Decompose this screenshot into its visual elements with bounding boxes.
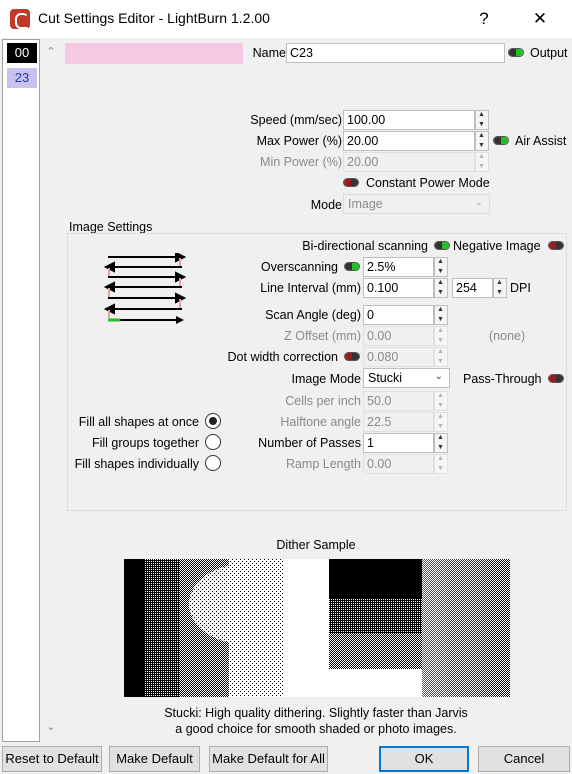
title-bar: Cut Settings Editor - LightBurn 1.2.00 ?… (0, 0, 572, 38)
pass-through-toggle[interactable] (548, 374, 564, 383)
cells-per-inch-stepper (434, 391, 448, 411)
bidirectional-toggle[interactable] (434, 241, 450, 250)
bidirectional-label: Bi-directional scanning (302, 239, 428, 253)
dpi-label: DPI (510, 281, 531, 295)
chevron-down-icon: ⌄ (434, 371, 443, 382)
fill-groups-label: Fill groups together (91, 436, 199, 450)
image-settings-title: Image Settings (69, 220, 153, 234)
ramp-length-field: 0.00 (363, 454, 434, 474)
halftone-angle-label: Halftone angle (280, 415, 361, 429)
layer-item-23[interactable]: 23 (7, 68, 37, 88)
overscanning-field[interactable]: 2.5% (363, 257, 434, 277)
dither-desc-line2: a good choice for smooth shaded or photo… (175, 722, 457, 736)
scan-angle-stepper[interactable] (434, 305, 448, 325)
min-power-stepper (475, 152, 489, 172)
mode-value: Image (348, 197, 383, 211)
cells-per-inch-field: 50.0 (363, 391, 434, 411)
dot-width-stepper (434, 347, 448, 367)
air-assist-toggle[interactable] (493, 136, 509, 145)
z-offset-label: Z Offset (mm) (284, 329, 361, 343)
image-mode-dropdown[interactable]: Stucki ⌄ (363, 368, 450, 388)
halftone-angle-stepper (434, 412, 448, 432)
constant-power-toggle[interactable] (343, 178, 359, 187)
min-power-label: Min Power (%) (260, 155, 342, 169)
fill-individually-radio[interactable] (205, 455, 221, 471)
dither-sample-image (124, 559, 510, 697)
dither-sample-title: Dither Sample (276, 538, 356, 552)
layer-list[interactable]: 00 23 (2, 39, 40, 742)
name-field[interactable]: C23 (286, 43, 505, 63)
scan-pattern-icon (103, 253, 187, 324)
z-offset-field: 0.00 (363, 326, 434, 346)
cells-per-inch-label: Cells per inch (285, 394, 361, 408)
image-mode-label: Image Mode (291, 372, 361, 386)
make-default-for-all-button[interactable]: Make Default for All (209, 746, 328, 772)
make-default-button[interactable]: Make Default (109, 746, 200, 772)
z-offset-stepper (434, 326, 448, 346)
negative-image-toggle[interactable] (548, 241, 564, 250)
min-power-field: 20.00 (343, 152, 475, 172)
fill-all-label: Fill all shapes at once (78, 415, 199, 429)
num-passes-stepper[interactable] (434, 433, 448, 453)
dot-width-label: Dot width correction (227, 350, 338, 364)
max-power-label: Max Power (%) (256, 134, 342, 148)
scan-angle-field[interactable]: 0 (363, 305, 434, 325)
z-offset-note: (none) (489, 329, 526, 343)
help-button[interactable]: ? (464, 4, 504, 34)
num-passes-field[interactable]: 1 (363, 433, 434, 453)
speed-field[interactable]: 100.00 (343, 110, 475, 130)
fill-individually-label: Fill shapes individually (74, 457, 199, 471)
cancel-button[interactable]: Cancel (478, 746, 570, 772)
name-label: Name (252, 46, 286, 60)
max-power-stepper[interactable] (475, 131, 489, 151)
pass-through-label: Pass-Through (463, 372, 542, 386)
halftone-angle-field: 22.5 (363, 412, 434, 432)
dot-width-toggle[interactable] (344, 352, 360, 361)
constant-power-label: Constant Power Mode (366, 176, 490, 190)
speed-stepper[interactable] (475, 110, 489, 130)
line-interval-field[interactable]: 0.100 (363, 278, 434, 298)
output-label: Output (530, 46, 568, 60)
window-title: Cut Settings Editor - LightBurn 1.2.00 (38, 10, 270, 26)
mode-label: Mode (310, 198, 342, 212)
chevron-down-icon: ⌄ (474, 197, 483, 208)
scan-angle-label: Scan Angle (deg) (265, 308, 361, 322)
line-interval-label: Line Interval (mm) (260, 281, 361, 295)
reset-to-default-button[interactable]: Reset to Default (2, 746, 102, 772)
fill-all-radio[interactable] (205, 413, 221, 429)
overscanning-label: Overscanning (260, 260, 338, 274)
image-mode-value: Stucki (368, 371, 403, 385)
scroll-up-icon[interactable]: ⌃ (42, 43, 60, 61)
output-toggle[interactable] (508, 48, 524, 57)
ramp-length-stepper (434, 454, 448, 474)
dot-width-field: 0.080 (363, 347, 434, 367)
air-assist-label: Air Assist (515, 134, 567, 148)
layer-color-swatch[interactable] (65, 43, 243, 64)
max-power-field[interactable]: 20.00 (343, 131, 475, 151)
num-passes-label: Number of Passes (258, 436, 361, 450)
speed-label: Speed (mm/sec) (250, 113, 342, 127)
close-button[interactable]: ✕ (520, 4, 560, 34)
layer-item-00[interactable]: 00 (7, 43, 37, 63)
ok-button[interactable]: OK (379, 746, 469, 772)
mode-dropdown: Image ⌄ (343, 194, 490, 214)
dither-desc-line1: Stucki: High quality dithering. Slightly… (164, 706, 468, 720)
negative-image-label: Negative Image (453, 239, 541, 253)
dpi-field[interactable]: 254 (452, 278, 493, 298)
dpi-stepper[interactable] (493, 278, 507, 298)
overscanning-stepper[interactable] (434, 257, 448, 277)
lightburn-app-icon (10, 9, 30, 29)
line-interval-stepper[interactable] (434, 278, 448, 298)
overscanning-toggle[interactable] (344, 262, 360, 271)
ramp-length-label: Ramp Length (285, 457, 361, 471)
fill-groups-radio[interactable] (205, 434, 221, 450)
